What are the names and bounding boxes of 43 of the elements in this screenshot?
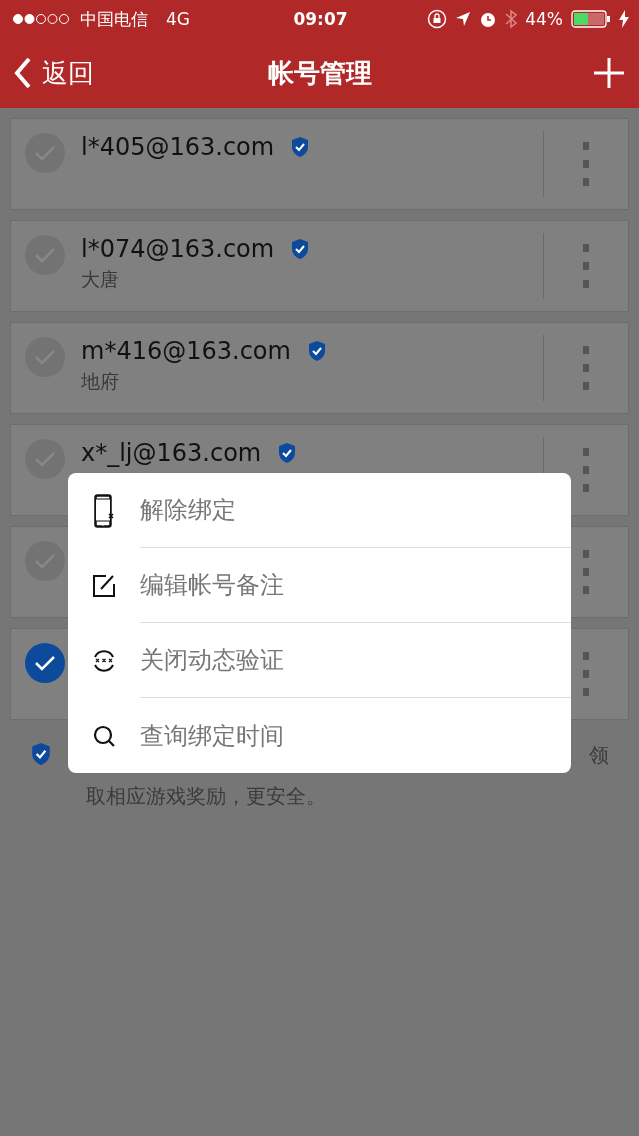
account-email: x*_lj@163.com: [81, 439, 262, 467]
back-chevron-icon: [14, 57, 32, 89]
check-icon: [34, 654, 56, 672]
notice-text: 领: [589, 742, 609, 769]
token-icon: [92, 648, 116, 673]
account-card[interactable]: l*405@163.com: [10, 118, 629, 210]
phone-x-icon: [94, 493, 114, 528]
menu-item[interactable]: 解除绑定: [140, 473, 571, 548]
more-icon: [582, 346, 590, 390]
add-icon[interactable]: [593, 57, 625, 89]
alarm-icon: [479, 10, 498, 28]
account-card[interactable]: l*074@163.com 大唐: [10, 220, 629, 312]
account-email: l*074@163.com: [81, 235, 275, 263]
account-email: l*405@163.com: [81, 133, 275, 161]
more-icon: [582, 448, 590, 492]
charging-icon: [619, 10, 629, 28]
account-note: 地府: [81, 369, 120, 394]
network-type: 4G: [166, 9, 190, 29]
edit-icon: [92, 573, 116, 598]
more-icon: [582, 244, 590, 288]
menu-item[interactable]: 编辑帐号备注: [140, 548, 571, 623]
battery-percent: 44%: [525, 9, 563, 29]
select-check[interactable]: [25, 643, 65, 683]
clock-time: 09:07: [293, 9, 348, 29]
location-icon: [455, 11, 472, 27]
more-icon: [582, 652, 590, 696]
page-title: 帐号管理: [266, 56, 373, 90]
shield-icon: [30, 742, 52, 767]
back-button[interactable]: 返回: [14, 55, 134, 91]
account-email: m*416@163.com: [81, 337, 291, 365]
battery-icon: [571, 10, 611, 28]
notice-text: 取相应游戏奖励，更安全。: [86, 783, 327, 810]
account-card[interactable]: m*416@163.com 地府: [10, 322, 629, 414]
more-icon: [582, 142, 590, 186]
menu-item[interactable]: 关闭动态验证: [140, 623, 571, 698]
rotation-lock-icon: [427, 9, 448, 29]
search-icon: [92, 723, 116, 748]
carrier-name: 中国电信: [80, 7, 148, 31]
signal-icon: [12, 13, 70, 25]
account-note: 大唐: [81, 267, 120, 292]
bluetooth-icon: [505, 9, 518, 29]
menu-item[interactable]: 查询绑定时间: [140, 698, 571, 773]
more-icon: [582, 550, 590, 594]
